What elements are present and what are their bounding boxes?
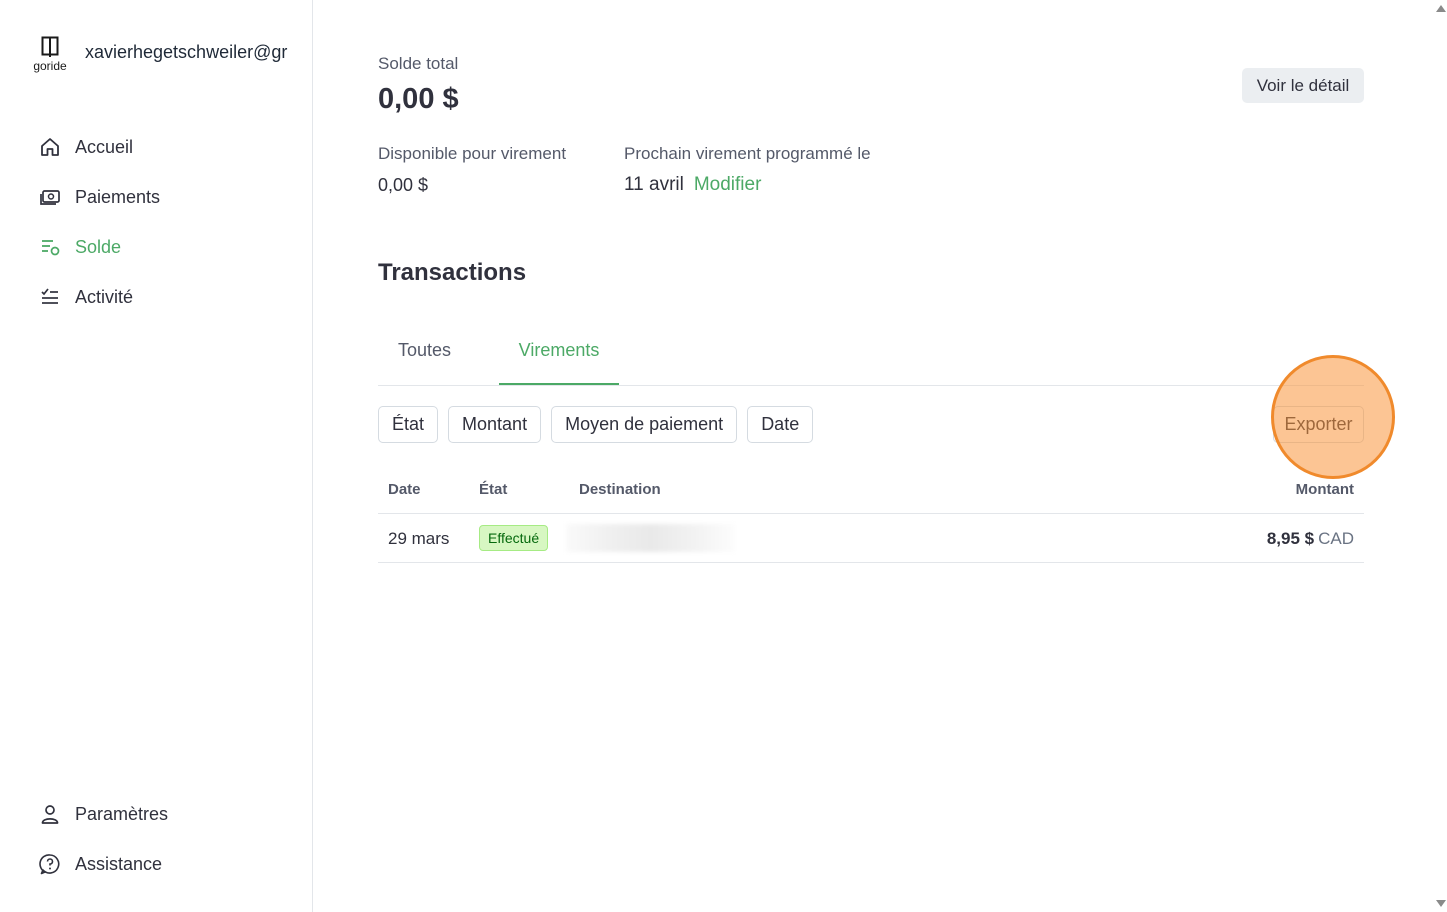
next-payout-label: Prochain virement programmé le bbox=[624, 144, 871, 163]
main-content: Solde total 0,00 $ Voir le détail Dispon… bbox=[313, 0, 1433, 912]
column-header-montant: Montant bbox=[1295, 481, 1354, 498]
table-row[interactable]: 29 mars Effectué 8,95 $ CAD bbox=[378, 514, 1364, 563]
balance-icon bbox=[38, 235, 62, 259]
transactions-title: Transactions bbox=[378, 259, 527, 286]
table-header: Date État Destination Montant bbox=[378, 470, 1364, 514]
next-payout-row: 11 avril Modifier bbox=[624, 174, 761, 196]
available-value: 0,00 $ bbox=[378, 175, 429, 195]
sidebar-item-accueil[interactable]: Accueil bbox=[38, 122, 160, 172]
destination-redacted bbox=[566, 524, 736, 552]
account-name: xavierhegetschweiler@gr bbox=[85, 42, 288, 62]
sidebar-item-assistance[interactable]: Assistance bbox=[38, 839, 168, 889]
user-icon bbox=[38, 802, 62, 826]
transactions-table: Date État Destination Montant 29 mars Ef… bbox=[378, 470, 1364, 563]
sidebar-item-label: Assistance bbox=[75, 853, 163, 874]
sidebar-item-parametres[interactable]: Paramètres bbox=[38, 789, 168, 839]
sidebar-item-label: Paramètres bbox=[75, 803, 169, 824]
sidebar-item-solde[interactable]: Solde bbox=[38, 222, 160, 272]
balance-value: 0,00 $ bbox=[378, 83, 459, 115]
sidebar-bottom-nav: Paramètres Assistance bbox=[38, 789, 168, 889]
payments-icon bbox=[38, 185, 62, 209]
status-badge: Effectué bbox=[479, 525, 549, 551]
home-icon bbox=[38, 135, 62, 159]
book-logo-icon bbox=[41, 36, 59, 57]
amount-currency: CAD bbox=[1318, 529, 1354, 548]
scrollbar[interactable] bbox=[1433, 0, 1447, 912]
brand[interactable]: goride xavierhegetschweiler@gr bbox=[30, 36, 287, 73]
view-detail-button[interactable]: Voir le détail bbox=[1242, 68, 1364, 103]
sidebar-nav: Accueil Paiements Solde Activité bbox=[38, 122, 160, 322]
sidebar-item-label: Solde bbox=[75, 236, 122, 257]
row-amount: 8,95 $ CAD bbox=[1267, 529, 1354, 549]
filter-bar: État Montant Moyen de paiement Date bbox=[378, 406, 823, 443]
help-icon bbox=[38, 852, 62, 876]
row-date: 29 mars bbox=[388, 529, 450, 548]
sidebar-item-activite[interactable]: Activité bbox=[38, 272, 160, 322]
sidebar-item-paiements[interactable]: Paiements bbox=[38, 172, 160, 222]
filter-montant[interactable]: Montant bbox=[448, 406, 542, 443]
modify-link[interactable]: Modifier bbox=[694, 174, 762, 196]
logo-text: goride bbox=[33, 59, 67, 73]
next-payout-date: 11 avril bbox=[624, 174, 684, 195]
filter-etat[interactable]: État bbox=[378, 406, 439, 443]
logo: goride bbox=[30, 36, 70, 73]
tab-virements[interactable]: Virements bbox=[499, 330, 619, 385]
filter-moyen-de-paiement[interactable]: Moyen de paiement bbox=[551, 406, 738, 443]
balance-label: Solde total bbox=[378, 54, 459, 73]
column-header-date: Date bbox=[388, 481, 421, 498]
column-header-destination: Destination bbox=[579, 481, 661, 498]
sidebar: goride xavierhegetschweiler@gr Accueil P… bbox=[0, 0, 313, 912]
activity-icon bbox=[38, 285, 62, 309]
column-header-etat: État bbox=[479, 481, 508, 498]
filter-date[interactable]: Date bbox=[747, 406, 814, 443]
sidebar-item-label: Accueil bbox=[75, 136, 134, 157]
available-label: Disponible pour virement bbox=[378, 144, 567, 163]
scroll-down-arrow-icon[interactable] bbox=[1436, 900, 1446, 907]
scroll-up-arrow-icon[interactable] bbox=[1436, 5, 1446, 12]
sidebar-item-label: Activité bbox=[75, 286, 134, 307]
transaction-tabs: Toutes Virements bbox=[378, 330, 1364, 386]
amount-value: 8,95 $ bbox=[1266, 529, 1315, 548]
sidebar-item-label: Paiements bbox=[75, 186, 161, 207]
export-button[interactable]: Exporter bbox=[1273, 406, 1364, 443]
tab-toutes[interactable]: Toutes bbox=[398, 330, 451, 385]
